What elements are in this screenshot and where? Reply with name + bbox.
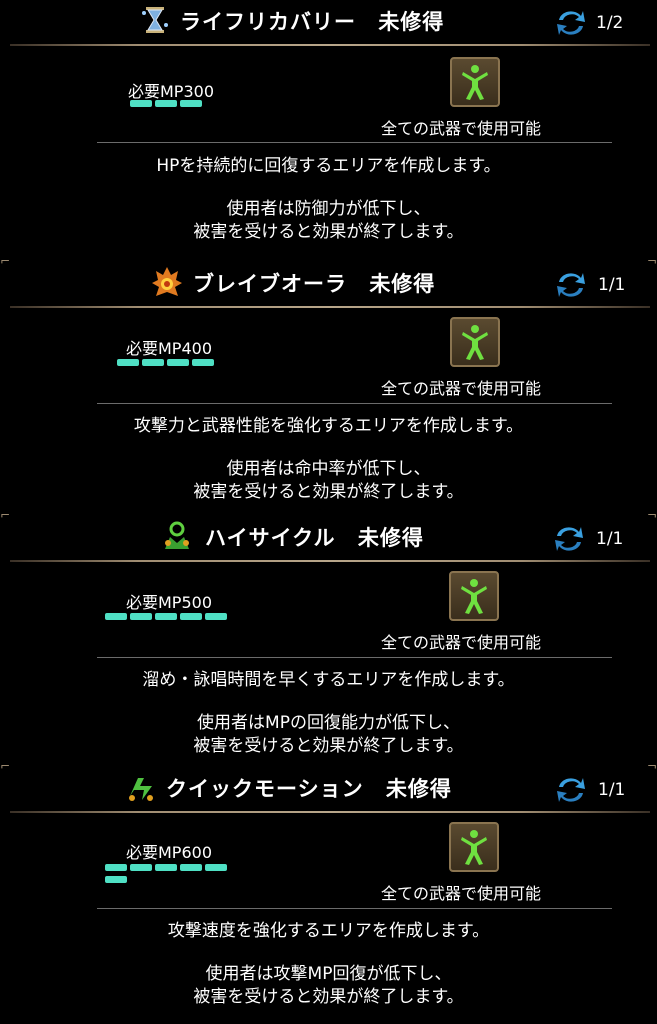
- weapon-usage-icon: [450, 317, 500, 367]
- mp-requirement: 必要MP600: [126, 843, 212, 862]
- page-count: 1/2: [596, 13, 624, 33]
- weapon-usage-icon: [450, 57, 500, 107]
- mp-bar: [155, 613, 177, 620]
- skill-name: ハイサイクル: [205, 526, 336, 550]
- skill-header: ブレイブオーラ 未修得 1/1: [0, 262, 657, 306]
- page-count: 1/1: [598, 780, 626, 800]
- cycle-icon[interactable]: [553, 524, 585, 554]
- skill-drawback: 使用者はMPの回復能力が低下し、: [197, 713, 460, 733]
- weapon-usage-label: 全ての武器で使用可能: [381, 884, 542, 903]
- header-rule: [10, 306, 650, 308]
- skill-name: クイックモーション: [166, 777, 364, 801]
- skill-end-condition: 被害を受けると効果が終了します。: [193, 222, 464, 242]
- skill-description: HPを持続的に回復するエリアを作成します。: [156, 156, 501, 176]
- header-rule: [10, 811, 650, 813]
- mp-requirement: 必要MP400: [126, 339, 212, 358]
- skill-card-1: ライフリカバリー 未修得 1/2 必要MP300 全ての武器で使用可能 HPを持…: [0, 0, 657, 255]
- mp-bar: [192, 359, 214, 366]
- mp-requirement: 必要MP300: [128, 82, 214, 101]
- skill-end-condition: 被害を受けると効果が終了します。: [193, 736, 464, 756]
- mp-bar: [117, 359, 139, 366]
- skill-header: ハイサイクル 未修得 1/1: [0, 516, 657, 560]
- skill-status: 未修得: [357, 526, 424, 550]
- mp-bar: [130, 864, 152, 871]
- divider: [97, 403, 612, 404]
- mp-bar: [180, 100, 202, 107]
- skill-header: ライフリカバリー 未修得 1/2: [0, 0, 657, 44]
- mp-bar: [155, 100, 177, 107]
- skill-description: 攻撃力と武器性能を強化するエリアを作成します。: [133, 416, 524, 436]
- skill-drawback: 使用者は防御力が低下し、: [226, 199, 431, 219]
- skill-card-4: ⌐ ¬ クイックモーション 未修得 1/1 必要MP600 全ての武器で使用可能…: [0, 760, 657, 1024]
- mp-bar: [130, 613, 152, 620]
- skill-description: 攻撃速度を強化するエリアを作成します。: [167, 921, 490, 941]
- mp-bar: [205, 864, 227, 871]
- mp-bar: [130, 100, 152, 107]
- skill-status: 未修得: [385, 777, 452, 801]
- weapon-usage-icon: [449, 571, 499, 621]
- skill-status: 未修得: [369, 272, 436, 296]
- weapon-usage-icon: [449, 822, 499, 872]
- mp-bar: [180, 864, 202, 871]
- skill-card-2: ⌐ ¬ ブレイブオーラ 未修得 1/1 必要MP400 全ての武器で使用可能 攻…: [0, 255, 657, 517]
- skill-name: ブレイブオーラ: [193, 272, 347, 296]
- weapon-usage-label: 全ての武器で使用可能: [381, 119, 542, 138]
- weapon-usage-label: 全ての武器で使用可能: [381, 633, 542, 652]
- flame-aura-icon: [150, 265, 184, 299]
- mp-bar: [155, 864, 177, 871]
- cycle-icon[interactable]: [555, 775, 587, 805]
- divider: [97, 142, 612, 143]
- divider: [97, 908, 612, 909]
- skill-status: 未修得: [378, 10, 445, 34]
- green-cycle-icon: [160, 519, 194, 553]
- mp-bar: [205, 613, 227, 620]
- mp-bar: [180, 613, 202, 620]
- skill-header: クイックモーション 未修得 1/1: [0, 767, 657, 811]
- page-count: 1/1: [598, 275, 626, 295]
- mp-requirement: 必要MP500: [126, 593, 212, 612]
- mp-bar: [105, 613, 127, 620]
- divider: [97, 657, 612, 658]
- skill-description: 溜め・詠唱時間を早くするエリアを作成します。: [142, 670, 515, 690]
- skill-end-condition: 被害を受けると効果が終了します。: [193, 482, 464, 502]
- cycle-icon[interactable]: [555, 270, 587, 300]
- mp-bar: [167, 359, 189, 366]
- mp-bar: [105, 864, 127, 871]
- skill-end-condition: 被害を受けると効果が終了します。: [193, 987, 464, 1007]
- green-speed-icon: [124, 770, 158, 804]
- header-rule: [10, 560, 650, 562]
- mp-bar: [142, 359, 164, 366]
- skill-name: ライフリカバリー: [180, 10, 356, 34]
- skill-card-3: ⌐ ¬ ハイサイクル 未修得 1/1 必要MP500 全ての武器で使用可能 溜め…: [0, 509, 657, 771]
- hourglass-icon: [138, 3, 172, 37]
- mp-bar: [105, 876, 127, 883]
- weapon-usage-label: 全ての武器で使用可能: [381, 379, 542, 398]
- header-rule: [10, 44, 650, 46]
- skill-drawback: 使用者は命中率が低下し、: [226, 459, 431, 479]
- skill-drawback: 使用者は攻撃MP回復が低下し、: [205, 964, 452, 984]
- cycle-icon[interactable]: [555, 8, 587, 38]
- page-count: 1/1: [596, 529, 624, 549]
